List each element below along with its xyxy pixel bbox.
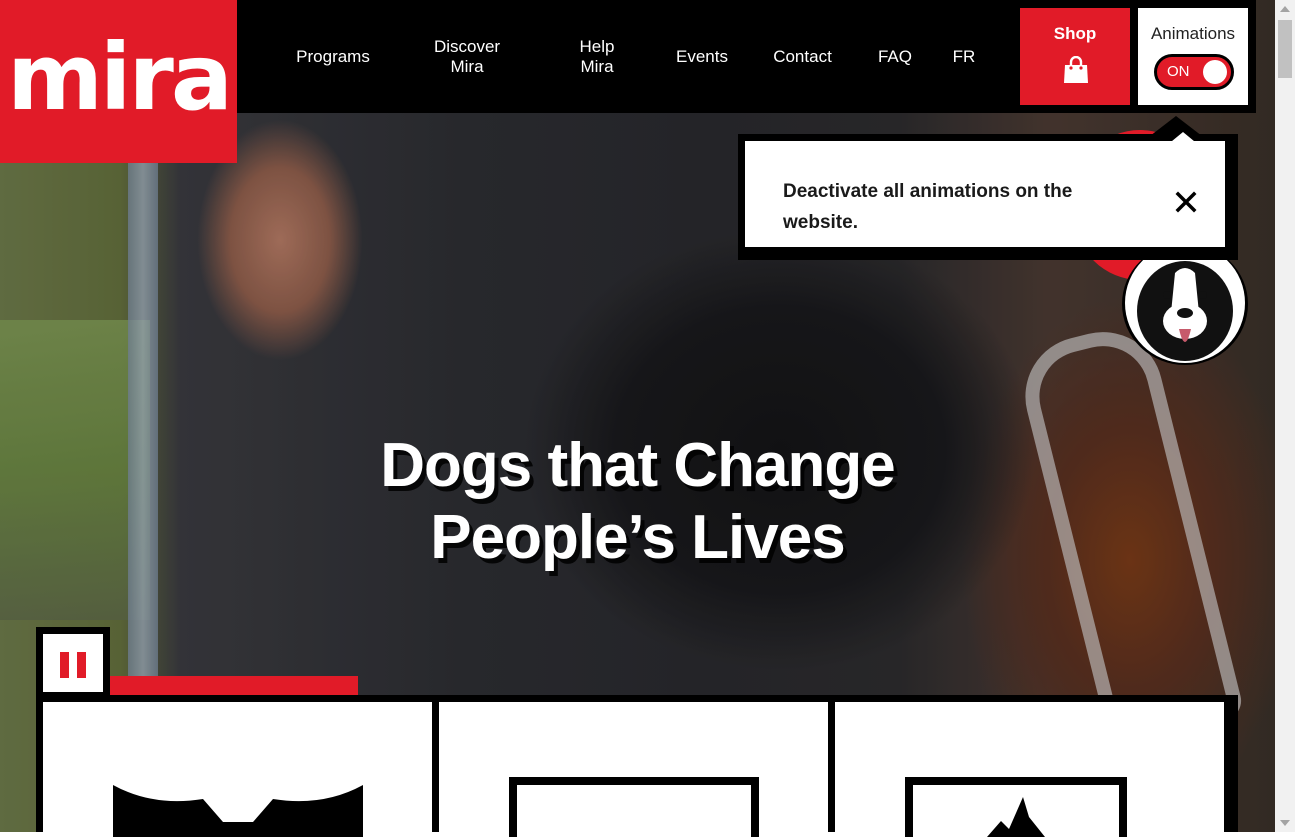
card-art-shape bbox=[509, 777, 759, 837]
card-illustration-icon bbox=[905, 777, 1127, 837]
dog-face-icon bbox=[1125, 243, 1245, 363]
nav-item-label: FAQ bbox=[877, 46, 912, 66]
nav-item-label: Programs bbox=[296, 46, 370, 66]
animations-control: Animations ON bbox=[1138, 8, 1248, 105]
nav-item-language[interactable]: FR bbox=[946, 0, 982, 113]
toggle-state-text: ON bbox=[1167, 63, 1190, 80]
close-icon[interactable] bbox=[1173, 189, 1199, 215]
program-card[interactable] bbox=[43, 702, 432, 837]
nav-item-label: Events bbox=[676, 46, 728, 66]
scroll-down-icon[interactable] bbox=[1280, 820, 1290, 826]
pause-video-button[interactable] bbox=[36, 627, 110, 699]
scroll-up-icon[interactable] bbox=[1280, 6, 1290, 12]
toggle-knob bbox=[1203, 60, 1227, 84]
shopping-bag-icon bbox=[1064, 56, 1088, 83]
shop-button[interactable]: Shop bbox=[1020, 8, 1130, 105]
mascot-avatar[interactable] bbox=[1122, 243, 1248, 365]
scrollbar-thumb[interactable] bbox=[1278, 20, 1292, 78]
nav-item-faq[interactable]: FAQ bbox=[870, 0, 920, 113]
tooltip-body: Deactivate all animations on the website… bbox=[745, 132, 1225, 247]
nav-item-label: Mira bbox=[580, 56, 614, 76]
card-art-shape bbox=[113, 777, 363, 837]
hero-title-line1: Dogs that Change bbox=[380, 431, 895, 500]
animations-label: Animations bbox=[1150, 24, 1236, 43]
nav-item-label: Help bbox=[579, 36, 615, 56]
hero-title-line2: People’s Lives bbox=[430, 503, 845, 572]
shop-label: Shop bbox=[1053, 24, 1097, 43]
nav-item-label: Contact bbox=[773, 46, 832, 66]
nav-item-programs[interactable]: Programs bbox=[283, 0, 383, 113]
page-scrollbar[interactable] bbox=[1275, 0, 1295, 832]
mira-logo[interactable]: mira bbox=[0, 0, 237, 163]
pause-icon bbox=[77, 652, 86, 678]
program-cards bbox=[36, 695, 1238, 837]
hero-title: Dogs that Change People’s Lives bbox=[270, 430, 1005, 574]
card-illustration-icon bbox=[113, 777, 363, 837]
nav-item-label: FR bbox=[952, 46, 976, 66]
tooltip-message: Deactivate all animations on the website… bbox=[783, 181, 1073, 233]
pause-button-face bbox=[43, 634, 103, 692]
program-card[interactable] bbox=[835, 702, 1224, 837]
animations-toggle[interactable]: ON bbox=[1154, 54, 1234, 90]
video-progress bbox=[110, 676, 1238, 695]
nav-item-events[interactable]: Events bbox=[667, 0, 737, 113]
tooltip-arrow-inner bbox=[1166, 132, 1200, 146]
pause-icon bbox=[60, 652, 69, 678]
card-art-shape bbox=[905, 777, 1127, 837]
nav-item-label: Discover bbox=[433, 36, 501, 56]
card-illustration-icon bbox=[509, 777, 759, 837]
nav-item-label: Mira bbox=[450, 56, 484, 76]
nav-item-contact[interactable]: Contact bbox=[765, 0, 840, 113]
animations-tooltip: Deactivate all animations on the website… bbox=[738, 116, 1238, 260]
video-progress-fill bbox=[110, 676, 358, 695]
nav-item-discover-mira[interactable]: Discover Mira bbox=[417, 0, 517, 113]
program-card[interactable] bbox=[439, 702, 828, 837]
main-nav: Programs Discover Mira Help Mira Events … bbox=[237, 0, 1256, 113]
logo-text: mira bbox=[7, 24, 233, 131]
nav-item-help-mira[interactable]: Help Mira bbox=[557, 0, 637, 113]
